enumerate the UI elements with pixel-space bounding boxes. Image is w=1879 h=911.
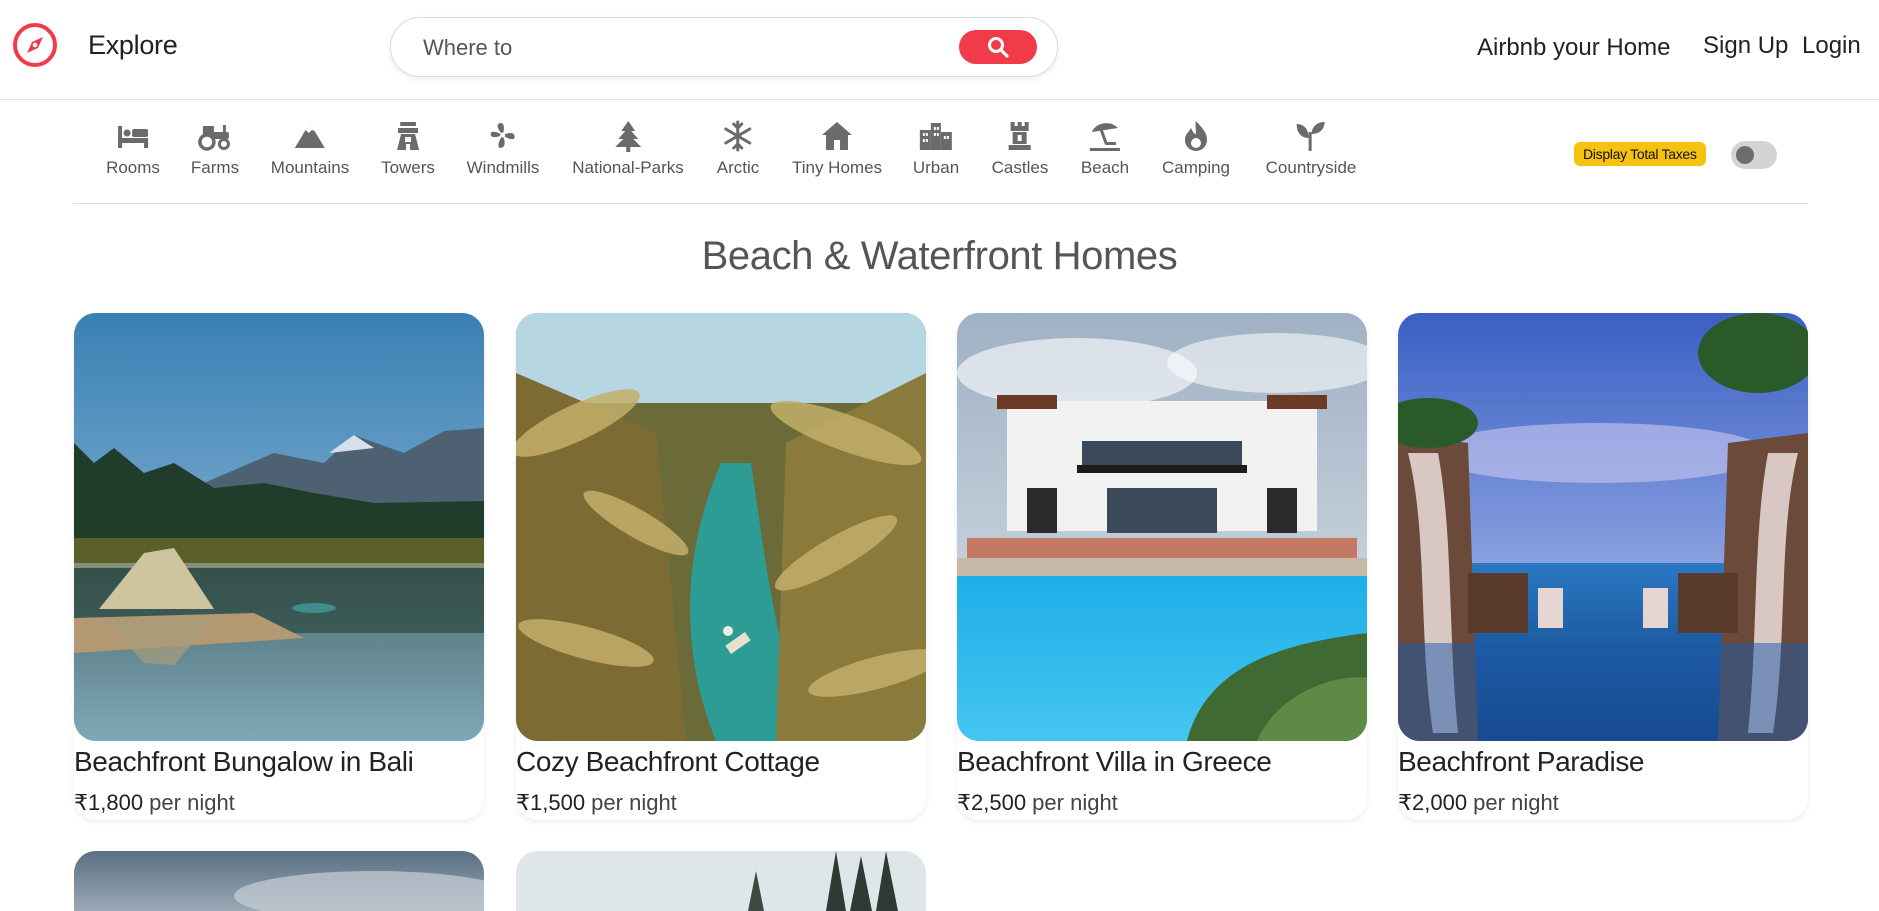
listing-image[interactable]	[957, 313, 1367, 741]
filter-castles[interactable]: Castles	[992, 118, 1048, 178]
filter-countryside[interactable]: Countryside	[1266, 118, 1356, 178]
price-amount: 2,500	[971, 790, 1027, 815]
price-amount: 1,500	[530, 790, 586, 815]
filter-camping[interactable]: Camping	[1162, 118, 1230, 178]
airbnb-your-home-link[interactable]: Airbnb your Home	[1477, 34, 1670, 62]
bed-icon	[117, 126, 148, 148]
listing-image[interactable]	[516, 313, 926, 741]
search-bar	[390, 17, 1058, 77]
mountain-icon	[295, 123, 325, 148]
listing-title[interactable]: Beachfront Villa in Greece	[957, 746, 1367, 778]
listing-price: ₹2,500 per night	[957, 790, 1118, 816]
listing-title[interactable]: Beachfront Bungalow in Bali	[74, 746, 484, 778]
brand-title[interactable]: Explore	[88, 30, 178, 61]
price-unit: per night	[585, 790, 677, 815]
currency-symbol: ₹	[516, 790, 530, 815]
listing-price: ₹1,800 per night	[74, 790, 235, 816]
toggle-knob	[1736, 146, 1754, 164]
currency-symbol: ₹	[74, 790, 88, 815]
filter-beach[interactable]: Beach	[1081, 118, 1129, 178]
price-unit: per night	[1026, 790, 1118, 815]
section-title: Beach & Waterfront Homes	[701, 234, 1178, 278]
house-icon	[822, 122, 852, 150]
sign-up-link[interactable]: Sign Up	[1703, 32, 1788, 60]
display-total-taxes-label: Display Total Taxes	[1574, 142, 1706, 166]
filter-urban[interactable]: Urban	[913, 118, 959, 178]
listing-card[interactable]: Cozy Beachfront Cottage ₹1,500 per night	[516, 313, 926, 820]
top-navbar: Explore Airbnb your Home Sign Up Login	[0, 0, 1879, 100]
tower-icon	[396, 122, 419, 150]
price-amount: 1,800	[88, 790, 144, 815]
filter-rooms[interactable]: Rooms	[106, 118, 160, 178]
search-icon	[988, 37, 1009, 58]
listing-image[interactable]	[516, 851, 926, 911]
filter-towers[interactable]: Towers	[381, 118, 435, 178]
price-amount: 2,000	[1412, 790, 1468, 815]
listing-card[interactable]: Beachfront Villa in Greece ₹2,500 per ni…	[957, 313, 1367, 820]
price-unit: per night	[143, 790, 235, 815]
windmill-icon	[490, 123, 515, 148]
login-link[interactable]: Login	[1802, 32, 1861, 60]
search-input[interactable]	[421, 30, 945, 66]
listing-card[interactable]: Beachfront Paradise ₹2,000 per night	[1398, 313, 1808, 820]
currency-symbol: ₹	[957, 790, 971, 815]
listing-card[interactable]: Beachfront Bungalow in Bali ₹1,800 per n…	[74, 313, 484, 820]
currency-symbol: ₹	[1398, 790, 1412, 815]
filter-farms[interactable]: Farms	[191, 118, 239, 178]
compass-icon[interactable]	[12, 22, 58, 68]
seedling-icon	[1297, 122, 1325, 151]
castle-icon	[1009, 122, 1031, 150]
snowflake-icon	[724, 120, 752, 152]
filter-mountains[interactable]: Mountains	[271, 118, 349, 178]
listing-image[interactable]	[74, 313, 484, 741]
city-icon	[920, 123, 952, 150]
listing-title[interactable]: Cozy Beachfront Cottage	[516, 746, 926, 778]
filter-windmills[interactable]: Windmills	[467, 118, 539, 178]
listing-price: ₹2,000 per night	[1398, 790, 1559, 816]
tree-icon	[615, 121, 641, 152]
filter-tiny-homes[interactable]: Tiny Homes	[792, 118, 882, 178]
listing-title[interactable]: Beachfront Paradise	[1398, 746, 1808, 778]
umbrella-beach-icon	[1089, 123, 1120, 151]
display-taxes-toggle[interactable]	[1731, 141, 1777, 169]
category-filter-bar: Rooms Farms Mountains Towers Windmills N…	[73, 100, 1808, 204]
listing-image[interactable]	[74, 851, 484, 911]
campfire-icon	[1184, 121, 1207, 151]
price-unit: per night	[1467, 790, 1559, 815]
filter-arctic[interactable]: Arctic	[717, 118, 759, 178]
listing-image[interactable]	[1398, 313, 1808, 741]
filter-national-parks[interactable]: National-Parks	[572, 118, 684, 178]
tractor-icon	[198, 125, 230, 151]
listing-price: ₹1,500 per night	[516, 790, 677, 816]
search-button[interactable]	[959, 30, 1037, 64]
